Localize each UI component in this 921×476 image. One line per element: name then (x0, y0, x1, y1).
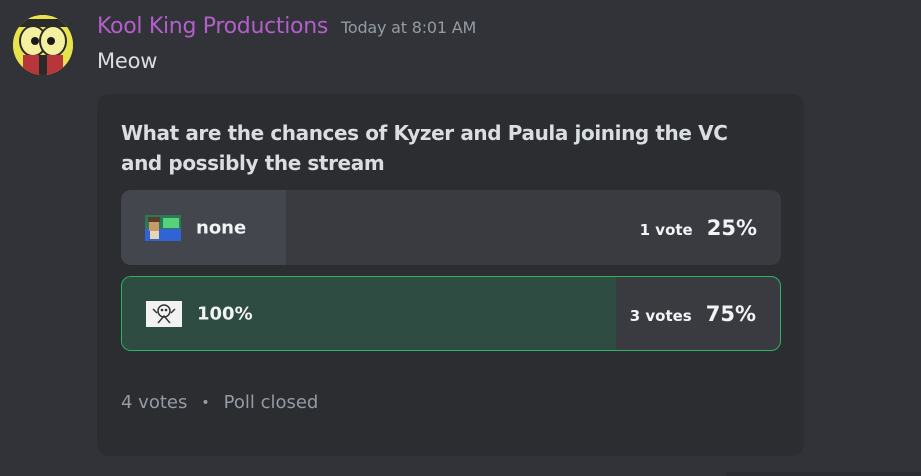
message-header: Kool King Productions Today at 8:01 AM (97, 14, 476, 44)
poll-total-votes[interactable]: 4 votes (121, 392, 187, 413)
poll-answer-label: none (196, 217, 247, 238)
poll-question: What are the chances of Kyzer and Paula … (121, 121, 728, 175)
skull-sketch-emoji (146, 300, 182, 327)
avatar[interactable] (13, 15, 73, 75)
separator-dot: • (201, 394, 210, 411)
scroll-track (726, 472, 921, 476)
poll-answer-result: 1 vote 25% (640, 216, 757, 240)
poll-card: What are the chances of Kyzer and Paula … (97, 94, 804, 456)
poll-answer-votes: 3 votes (629, 306, 692, 325)
poll-answer-votes: 1 vote (639, 220, 693, 239)
author-name[interactable]: Kool King Productions (97, 14, 328, 39)
avatar-image (13, 15, 73, 75)
poll-footer: 4 votes • Poll closed (121, 392, 318, 413)
poll-answer-percent: 75% (705, 301, 756, 326)
poll-status: Poll closed (223, 392, 319, 413)
poll-answer-percent: 25% (706, 215, 757, 240)
poll-answer-label: 100% (197, 303, 253, 324)
pixel-character-emoji (145, 214, 181, 241)
message-timestamp: Today at 8:01 AM (341, 18, 477, 37)
poll-answer-none[interactable]: none 1 vote 25% (121, 190, 781, 265)
message-content: Meow (97, 49, 158, 73)
poll-answer-result: 3 votes 75% (630, 302, 756, 326)
chat-message: Kool King Productions Today at 8:01 AM M… (0, 0, 921, 476)
poll-answer-100[interactable]: 100% 3 votes 75% (121, 276, 781, 351)
